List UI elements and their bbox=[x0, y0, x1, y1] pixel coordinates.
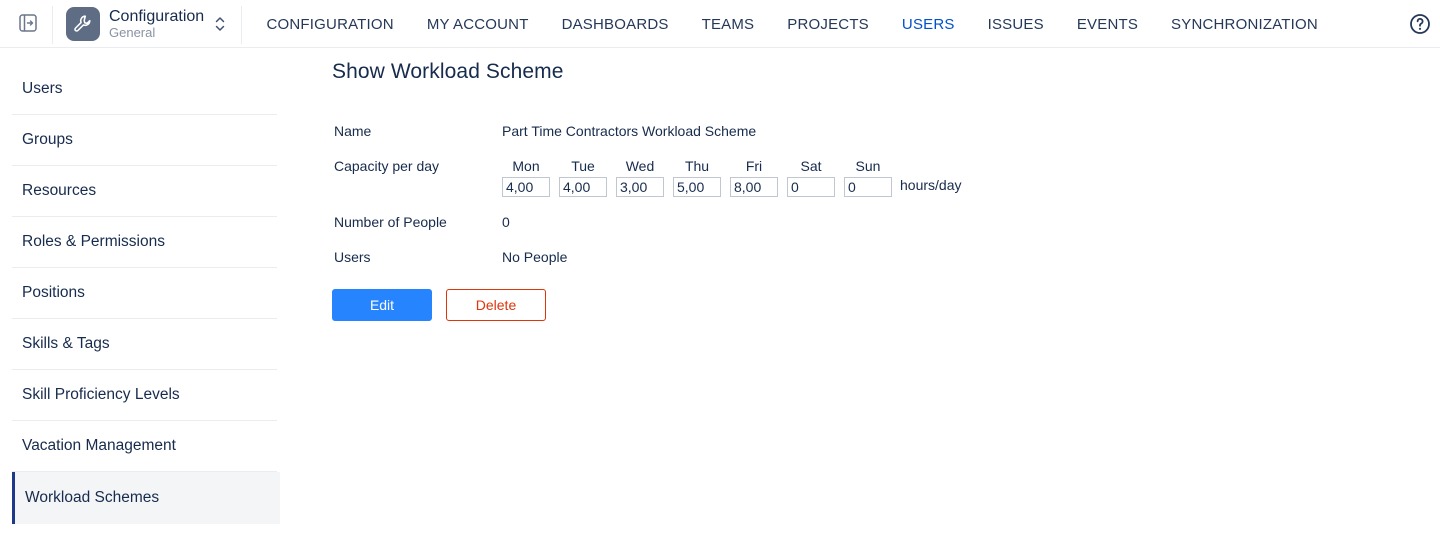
day-thu: Thu bbox=[673, 158, 730, 197]
day-name: Mon bbox=[512, 158, 540, 174]
capacity-unit: hours/day bbox=[900, 177, 962, 193]
nav-teams[interactable]: TEAMS bbox=[685, 16, 771, 33]
chevron-up-down-icon bbox=[215, 17, 225, 31]
help-icon bbox=[1410, 14, 1430, 34]
people-label: Number of People bbox=[334, 214, 447, 230]
day-wed: Wed bbox=[616, 158, 673, 197]
name-label: Name bbox=[334, 123, 372, 139]
nav-issues[interactable]: ISSUES bbox=[971, 16, 1060, 33]
sidebar-item-users[interactable]: Users bbox=[12, 64, 277, 115]
app-title: Configuration bbox=[109, 7, 205, 25]
day-name: Sat bbox=[800, 158, 822, 174]
day-name: Thu bbox=[684, 158, 710, 174]
capacity-row: Capacity per day Mon Tue Wed Thu Fri bbox=[334, 158, 1094, 198]
help-button[interactable] bbox=[1408, 12, 1432, 36]
sidebar-item-skill-proficiency-levels[interactable]: Skill Proficiency Levels bbox=[12, 370, 277, 421]
day-sun: Sun bbox=[844, 158, 901, 197]
divider bbox=[52, 6, 53, 44]
sidebar-collapse-icon bbox=[19, 14, 37, 32]
nav-configuration[interactable]: CONFIGURATION bbox=[250, 16, 410, 33]
day-mon: Mon bbox=[502, 158, 559, 197]
sidebar-collapse-button[interactable] bbox=[10, 8, 46, 38]
capacity-input-tue[interactable] bbox=[559, 177, 607, 197]
users-value: No People bbox=[502, 249, 568, 265]
wrench-icon bbox=[66, 7, 100, 41]
nav-users[interactable]: USERS bbox=[885, 16, 971, 33]
nav-dashboards[interactable]: DASHBOARDS bbox=[545, 16, 685, 33]
day-name: Fri bbox=[745, 158, 763, 174]
sidebar-item-resources[interactable]: Resources bbox=[12, 166, 277, 217]
capacity-input-thu[interactable] bbox=[673, 177, 721, 197]
capacity-input-sat[interactable] bbox=[787, 177, 835, 197]
divider bbox=[241, 6, 242, 44]
day-tue: Tue bbox=[559, 158, 616, 197]
main-content: Show Workload Scheme Name Part Time Cont… bbox=[332, 60, 961, 321]
sidebar-item-roles-permissions[interactable]: Roles & Permissions bbox=[12, 217, 277, 268]
users-label: Users bbox=[334, 249, 371, 265]
capacity-days: Mon Tue Wed Thu Fri Sat bbox=[502, 158, 901, 197]
nav-synchronization[interactable]: SYNCHRONIZATION bbox=[1155, 16, 1335, 33]
settings-sidebar: Users Groups Resources Roles & Permissio… bbox=[12, 64, 280, 524]
day-fri: Fri bbox=[730, 158, 787, 197]
page-title: Show Workload Scheme bbox=[332, 60, 564, 83]
name-value: Part Time Contractors Workload Scheme bbox=[502, 123, 757, 139]
sidebar-item-workload-schemes[interactable]: Workload Schemes bbox=[12, 472, 280, 524]
nav-events[interactable]: EVENTS bbox=[1060, 16, 1154, 33]
sidebar-item-vacation-management[interactable]: Vacation Management bbox=[12, 421, 277, 472]
people-value: 0 bbox=[502, 214, 510, 230]
day-name: Sun bbox=[855, 158, 881, 174]
capacity-input-fri[interactable] bbox=[730, 177, 778, 197]
sidebar-item-groups[interactable]: Groups bbox=[12, 115, 277, 166]
sidebar-item-positions[interactable]: Positions bbox=[12, 268, 277, 319]
day-name: Tue bbox=[571, 158, 595, 174]
capacity-input-mon[interactable] bbox=[502, 177, 550, 197]
capacity-label: Capacity per day bbox=[334, 158, 440, 174]
sidebar-item-skills-tags[interactable]: Skills & Tags bbox=[12, 319, 277, 370]
delete-button[interactable]: Delete bbox=[446, 289, 546, 321]
day-name: Wed bbox=[625, 158, 655, 174]
main-nav: CONFIGURATION MY ACCOUNT DASHBOARDS TEAM… bbox=[250, 0, 1334, 48]
app-switcher[interactable]: Configuration General bbox=[62, 4, 238, 44]
edit-button[interactable]: Edit bbox=[332, 289, 432, 321]
capacity-input-sun[interactable] bbox=[844, 177, 892, 197]
top-navigation-bar: Configuration General CONFIGURATION MY A… bbox=[0, 0, 1440, 48]
nav-projects[interactable]: PROJECTS bbox=[771, 16, 886, 33]
app-subtitle: General bbox=[109, 25, 156, 41]
nav-my-account[interactable]: MY ACCOUNT bbox=[410, 16, 545, 33]
capacity-input-wed[interactable] bbox=[616, 177, 664, 197]
day-sat: Sat bbox=[787, 158, 844, 197]
